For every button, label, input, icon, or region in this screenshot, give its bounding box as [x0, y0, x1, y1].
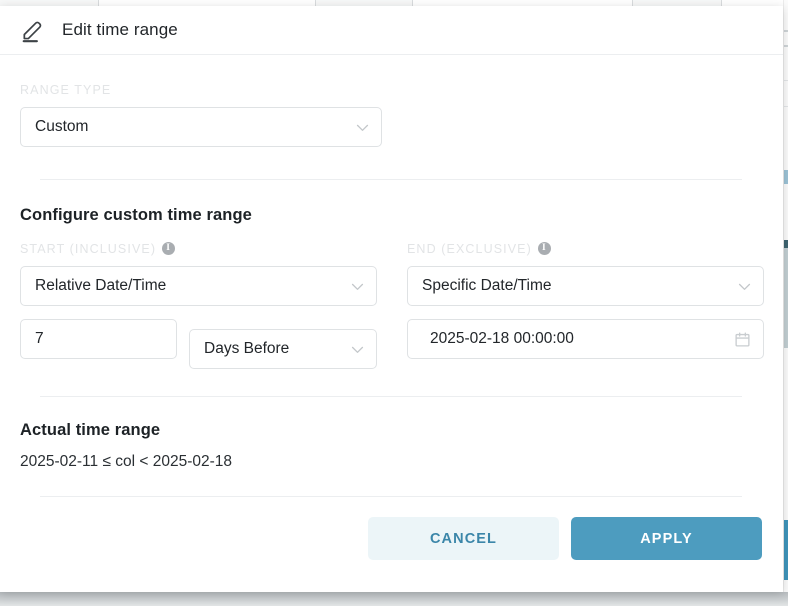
chevron-down-icon: [351, 346, 364, 353]
calendar-icon[interactable]: [734, 331, 751, 348]
start-unit-value: Days Before: [204, 340, 290, 357]
pencil-edit-icon: [22, 21, 42, 43]
start-amount-value: 7: [35, 330, 44, 347]
footer-divider-line: [40, 496, 742, 497]
section-divider-middle-line: [40, 396, 742, 397]
range-type-group: RANGE TYPE Custom: [20, 55, 763, 147]
end-type-select[interactable]: Specific Date/Time: [407, 266, 764, 306]
range-type-select[interactable]: Custom: [20, 107, 382, 147]
end-label: END (EXCLUSIVE) i: [407, 241, 764, 256]
chevron-down-icon: [738, 283, 751, 290]
actual-range-section: Actual time range 2025-02-11 ≤ col < 202…: [20, 421, 763, 471]
start-unit-select[interactable]: Days Before: [189, 329, 377, 369]
range-type-label-text: RANGE TYPE: [20, 83, 112, 97]
end-field-group: END (EXCLUSIVE) i Specific Date/Time 202…: [407, 241, 764, 369]
background-bottom-bar: [0, 592, 788, 606]
custom-range-section: Configure custom time range START (INCLU…: [20, 206, 764, 369]
custom-range-title: Configure custom time range: [20, 206, 252, 224]
actual-range-title: Actual time range: [20, 421, 161, 439]
background-strip-line-4: [784, 106, 788, 107]
background-strip-accent-1: [784, 170, 788, 184]
end-datetime-row: 2025-02-18 00:00:00: [407, 319, 764, 359]
chevron-down-icon: [356, 124, 369, 131]
background-strip-accent-4: [784, 520, 788, 580]
start-relative-row: 7 Days Before: [20, 319, 377, 369]
end-datetime-input[interactable]: 2025-02-18 00:00:00: [407, 319, 764, 359]
dialog-body: RANGE TYPE Custom Configure custom time …: [0, 55, 783, 497]
background-strip-line-3: [784, 80, 788, 81]
background-right-strip: [783, 0, 788, 606]
start-label: START (INCLUSIVE) i: [20, 241, 377, 256]
section-divider-middle: [20, 396, 763, 397]
background-strip-line-2: [784, 45, 788, 47]
range-type-value: Custom: [35, 118, 89, 135]
background-strip-accent-2: [784, 240, 788, 248]
apply-button[interactable]: APPLY: [571, 517, 762, 560]
info-icon[interactable]: i: [537, 241, 551, 255]
end-datetime-value: 2025-02-18 00:00:00: [430, 330, 574, 347]
footer-divider: [20, 496, 763, 497]
section-divider-top: [20, 179, 763, 180]
start-field-group: START (INCLUSIVE) i Relative Date/Time 7…: [20, 241, 377, 369]
custom-range-fields: START (INCLUSIVE) i Relative Date/Time 7…: [20, 241, 764, 369]
start-label-text: START (INCLUSIVE): [20, 242, 157, 256]
actual-range-expression: 2025-02-11 ≤ col < 2025-02-18: [20, 453, 233, 470]
cancel-button[interactable]: CANCEL: [368, 517, 559, 560]
start-type-select[interactable]: Relative Date/Time: [20, 266, 377, 306]
start-amount-input[interactable]: 7: [20, 319, 177, 359]
end-type-value: Specific Date/Time: [422, 277, 552, 294]
background-strip-accent-3: [784, 248, 788, 348]
end-label-text: END (EXCLUSIVE): [407, 242, 532, 256]
range-type-label: RANGE TYPE: [20, 83, 763, 97]
edit-time-range-dialog: Edit time range RANGE TYPE Custom Config…: [0, 6, 783, 592]
start-type-value: Relative Date/Time: [35, 277, 167, 294]
dialog-title: Edit time range: [62, 20, 178, 39]
dialog-header: Edit time range: [0, 6, 783, 55]
dialog-footer: CANCEL APPLY: [0, 497, 783, 560]
chevron-down-icon: [351, 283, 364, 290]
section-divider-top-line: [40, 179, 742, 180]
background-strip-line-1: [784, 30, 788, 32]
info-icon[interactable]: i: [162, 241, 176, 255]
